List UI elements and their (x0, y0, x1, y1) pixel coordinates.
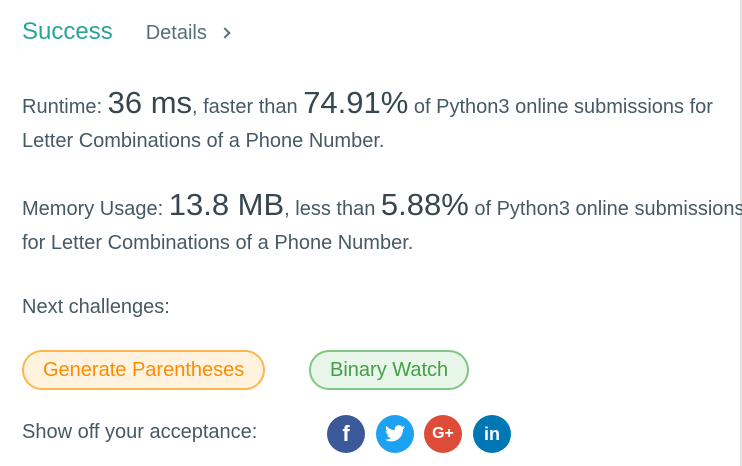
runtime-value: 36 ms (107, 86, 193, 120)
memory-suffix: of Python3 online submissions (468, 198, 742, 220)
runtime-percent: 74.91% (303, 86, 409, 120)
memory-comparison: , less than (284, 198, 381, 220)
details-label: Details (145, 22, 207, 44)
twitter-icon[interactable] (376, 415, 414, 453)
memory-line: Memory Usage: 13.8 MB, less than 5.88% o… (22, 188, 742, 226)
share-label: Show off your acceptance: (22, 421, 258, 443)
status-label: Success (22, 18, 113, 45)
memory-value: 13.8 MB (168, 188, 285, 222)
memory-problem: for Letter Combinations of a Phone Numbe… (22, 232, 414, 254)
facebook-icon[interactable]: f (327, 415, 365, 453)
result-header: Success Details (22, 18, 231, 46)
linkedin-icon[interactable]: in (473, 415, 511, 453)
runtime-line: Runtime: 36 ms, faster than 74.91% of Py… (22, 86, 742, 124)
next-challenges-label: Next challenges: (22, 296, 170, 318)
runtime-stat: Runtime: 36 ms, faster than 74.91% of Py… (22, 86, 742, 158)
runtime-suffix: of Python3 online submissions for (408, 96, 713, 118)
runtime-comparison: , faster than (192, 96, 304, 118)
memory-label: Memory Usage: (22, 198, 169, 220)
runtime-problem: Letter Combinations of a Phone Number. (22, 130, 385, 152)
memory-stat: Memory Usage: 13.8 MB, less than 5.88% o… (22, 188, 742, 260)
details-link[interactable]: Details (145, 22, 231, 45)
memory-percent: 5.88% (380, 188, 469, 222)
challenge-generate-parentheses[interactable]: Generate Parentheses (22, 350, 266, 390)
challenge-binary-watch[interactable]: Binary Watch (309, 350, 470, 390)
google-plus-icon[interactable]: G+ (424, 415, 462, 453)
runtime-label: Runtime: (22, 96, 108, 118)
chevron-right-icon (219, 26, 231, 39)
